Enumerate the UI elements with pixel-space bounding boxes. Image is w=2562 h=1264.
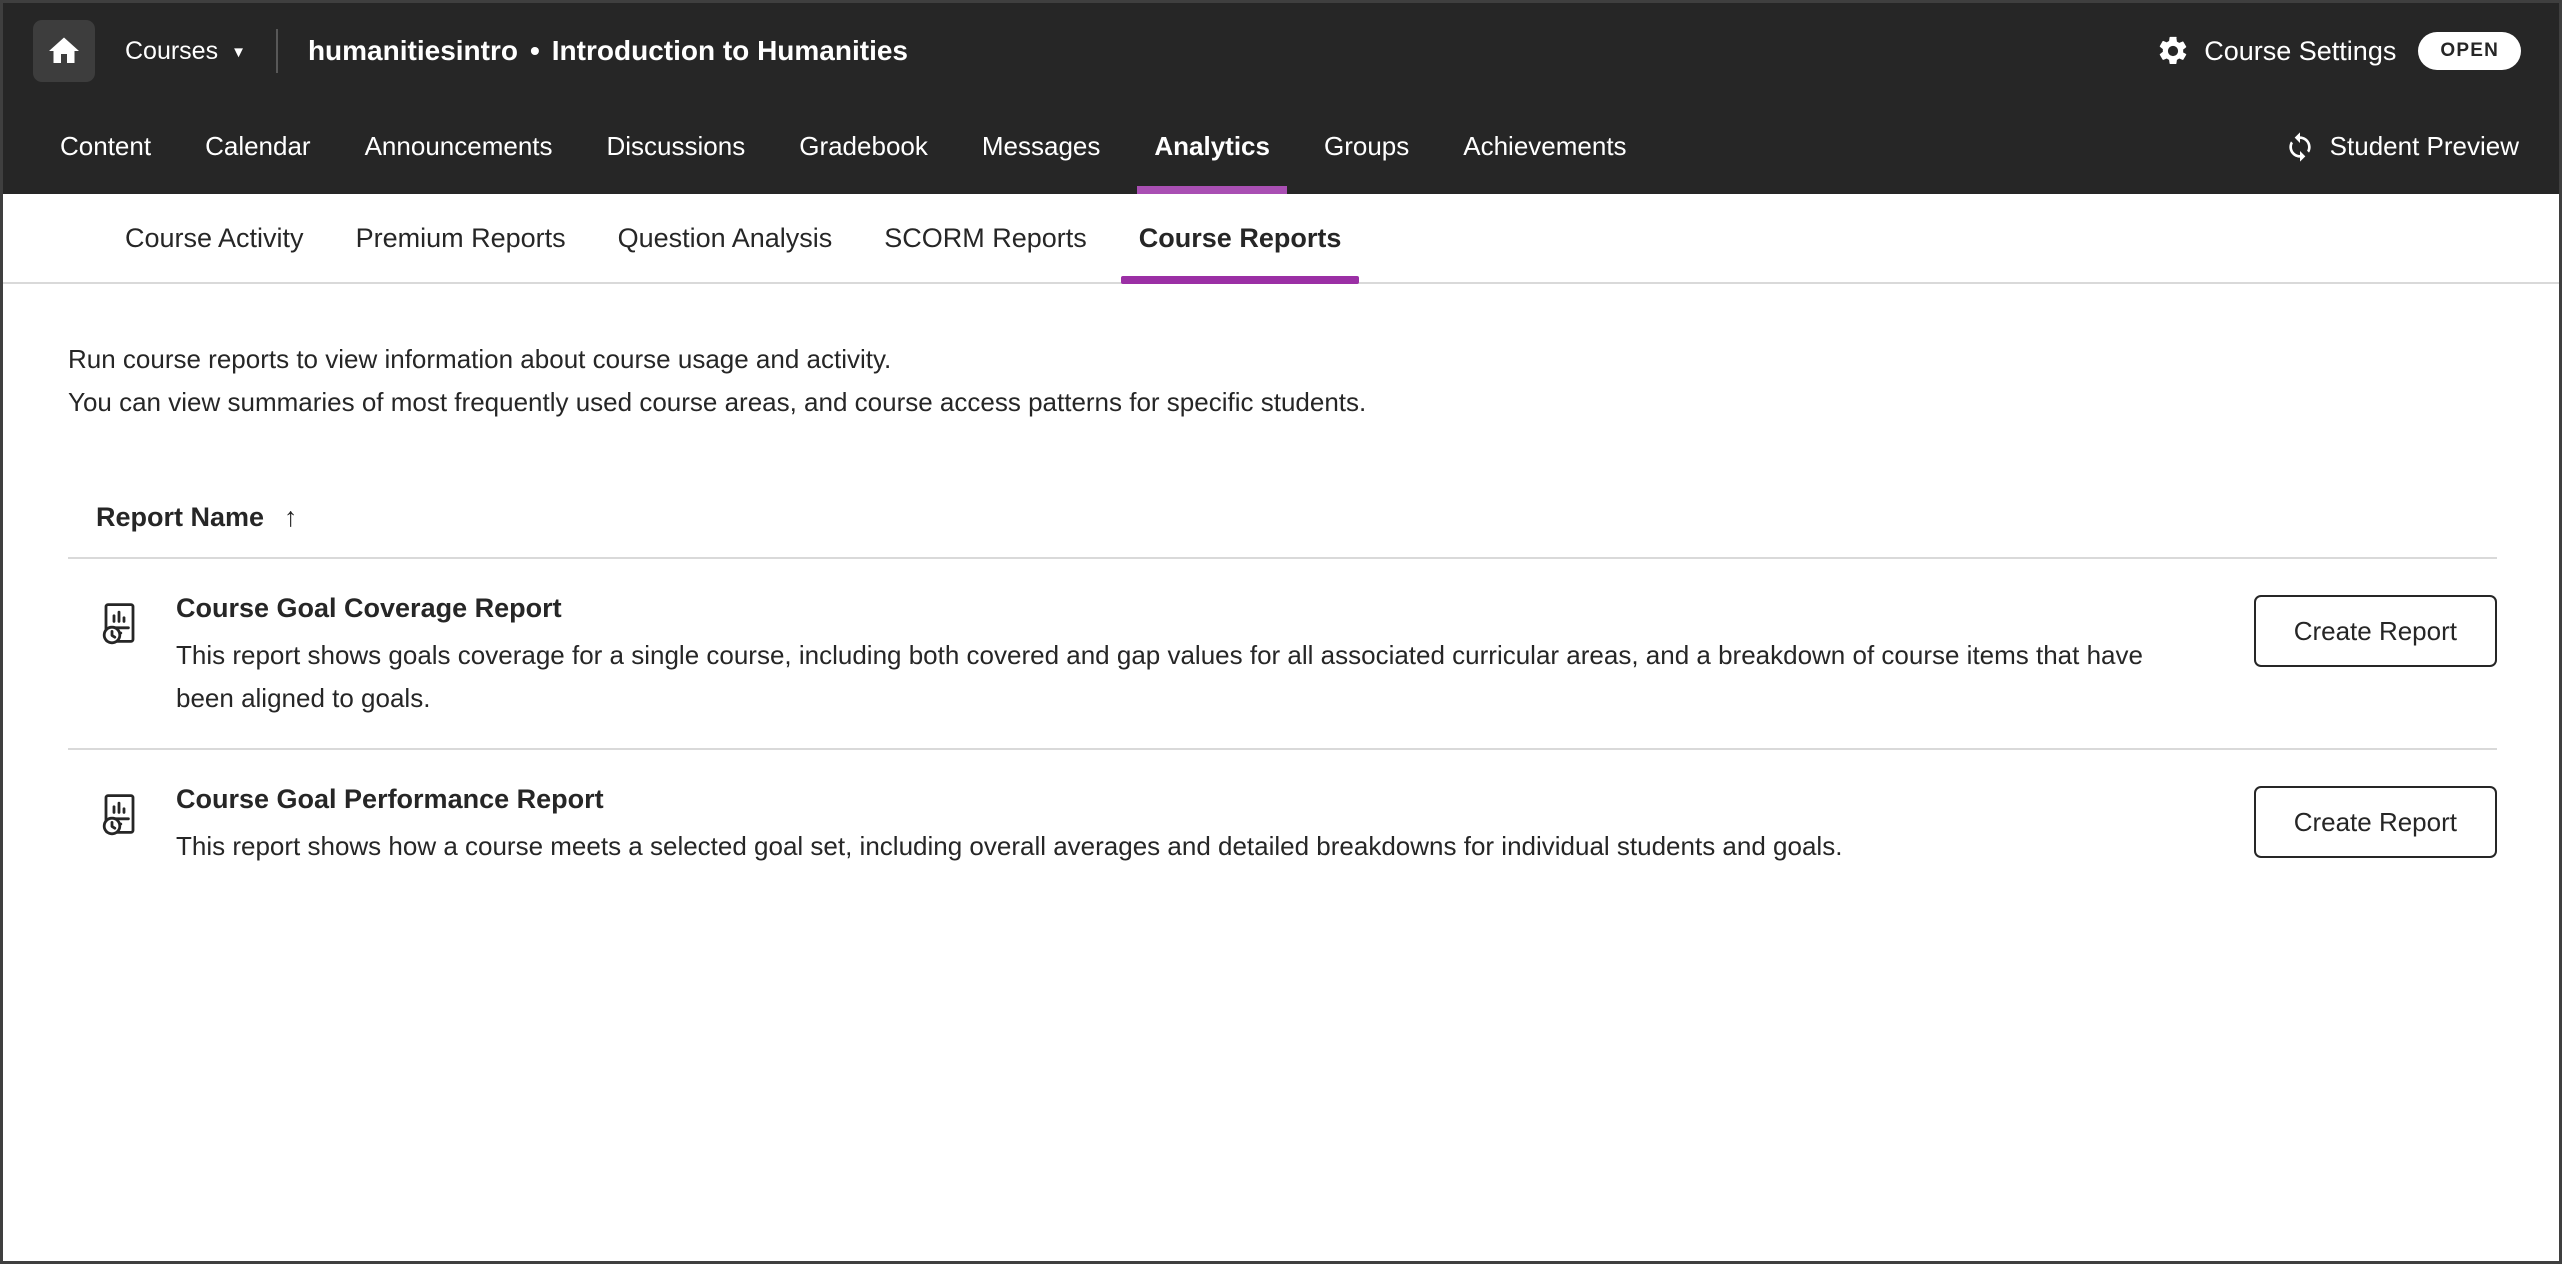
course-settings-label: Course Settings — [2204, 36, 2396, 67]
subtab-premium-reports[interactable]: Premium Reports — [356, 194, 566, 282]
nav-tab-gradebook[interactable]: Gradebook — [772, 99, 955, 194]
courses-menu-button[interactable]: Courses ▼ — [125, 37, 246, 66]
course-navbar: Content Calendar Announcements Discussio… — [3, 99, 2559, 194]
report-row-coverage: Course Goal Coverage Report This report … — [68, 559, 2497, 748]
report-title: Course Goal Coverage Report — [176, 593, 2184, 624]
subtab-label: Premium Reports — [356, 223, 566, 254]
report-text-block: Course Goal Coverage Report This report … — [176, 589, 2254, 720]
nav-tab-label: Achievements — [1463, 131, 1626, 162]
nav-tab-label: Content — [60, 131, 151, 162]
sort-ascending-icon[interactable]: ↑ — [284, 502, 298, 533]
title-bullet: • — [530, 35, 540, 67]
active-subtab-underline — [1121, 276, 1360, 284]
courses-label: Courses — [125, 37, 218, 66]
nav-tab-label: Announcements — [365, 131, 553, 162]
student-preview-button[interactable]: Student Preview — [2284, 99, 2519, 194]
report-name-sort-header[interactable]: Report Name ↑ — [96, 502, 298, 533]
subtab-label: Course Reports — [1139, 223, 1342, 254]
gear-icon — [2156, 34, 2190, 68]
report-description: This report shows how a course meets a s… — [176, 825, 2184, 868]
nav-tab-label: Calendar — [205, 131, 311, 162]
nav-tab-analytics[interactable]: Analytics — [1127, 99, 1297, 194]
report-text-block: Course Goal Performance Report This repo… — [176, 780, 2254, 868]
nav-tab-label: Messages — [982, 131, 1101, 162]
report-document-icon — [96, 790, 176, 843]
subtab-question-analysis[interactable]: Question Analysis — [618, 194, 833, 282]
course-title: humanitiesintro • Introduction to Humani… — [308, 35, 908, 67]
report-document-icon — [96, 599, 176, 652]
course-reports-panel: Run course reports to view information a… — [3, 284, 2559, 896]
home-icon — [46, 33, 82, 69]
subtab-label: Question Analysis — [618, 223, 833, 254]
subtab-label: Course Activity — [125, 223, 304, 254]
create-report-button-performance[interactable]: Create Report — [2254, 786, 2497, 858]
report-description: This report shows goals coverage for a s… — [176, 634, 2184, 720]
nav-tab-discussions[interactable]: Discussions — [580, 99, 773, 194]
nav-tab-label: Analytics — [1154, 131, 1270, 162]
nav-tab-calendar[interactable]: Calendar — [178, 99, 338, 194]
active-nav-underline — [1137, 186, 1287, 194]
course-settings-button[interactable]: Course Settings — [2156, 34, 2396, 68]
report-row-performance: Course Goal Performance Report This repo… — [68, 748, 2497, 896]
nav-tab-content[interactable]: Content — [33, 99, 178, 194]
course-name: Introduction to Humanities — [552, 35, 908, 67]
nav-tab-announcements[interactable]: Announcements — [338, 99, 580, 194]
topbar: Courses ▼ humanitiesintro • Introduction… — [3, 3, 2559, 99]
report-name-label: Report Name — [96, 502, 264, 533]
subtab-scorm-reports[interactable]: SCORM Reports — [884, 194, 1087, 282]
subtab-course-activity[interactable]: Course Activity — [125, 194, 304, 282]
intro-line-1: Run course reports to view information a… — [68, 338, 2497, 381]
nav-tab-messages[interactable]: Messages — [955, 99, 1128, 194]
nav-tab-label: Gradebook — [799, 131, 928, 162]
course-page: Courses ▼ humanitiesintro • Introduction… — [0, 0, 2562, 1264]
analytics-subtabs: Course Activity Premium Reports Question… — [3, 194, 2559, 284]
intro-line-2: You can view summaries of most frequentl… — [68, 381, 2497, 424]
subtab-label: SCORM Reports — [884, 223, 1087, 254]
nav-tab-label: Groups — [1324, 131, 1409, 162]
subtab-course-reports[interactable]: Course Reports — [1139, 194, 1342, 282]
open-status-badge[interactable]: OPEN — [2418, 32, 2521, 70]
nav-tab-label: Discussions — [607, 131, 746, 162]
nav-tab-groups[interactable]: Groups — [1297, 99, 1436, 194]
chevron-down-icon: ▼ — [231, 45, 246, 60]
course-id: humanitiesintro — [308, 35, 518, 67]
topbar-divider — [276, 29, 278, 73]
nav-tab-achievements[interactable]: Achievements — [1436, 99, 1653, 194]
student-preview-icon — [2284, 131, 2316, 163]
topbar-right: Course Settings OPEN — [2156, 32, 2521, 70]
report-title: Course Goal Performance Report — [176, 784, 2184, 815]
home-button[interactable] — [33, 20, 95, 82]
create-report-button-coverage[interactable]: Create Report — [2254, 595, 2497, 667]
student-preview-label: Student Preview — [2330, 131, 2519, 162]
